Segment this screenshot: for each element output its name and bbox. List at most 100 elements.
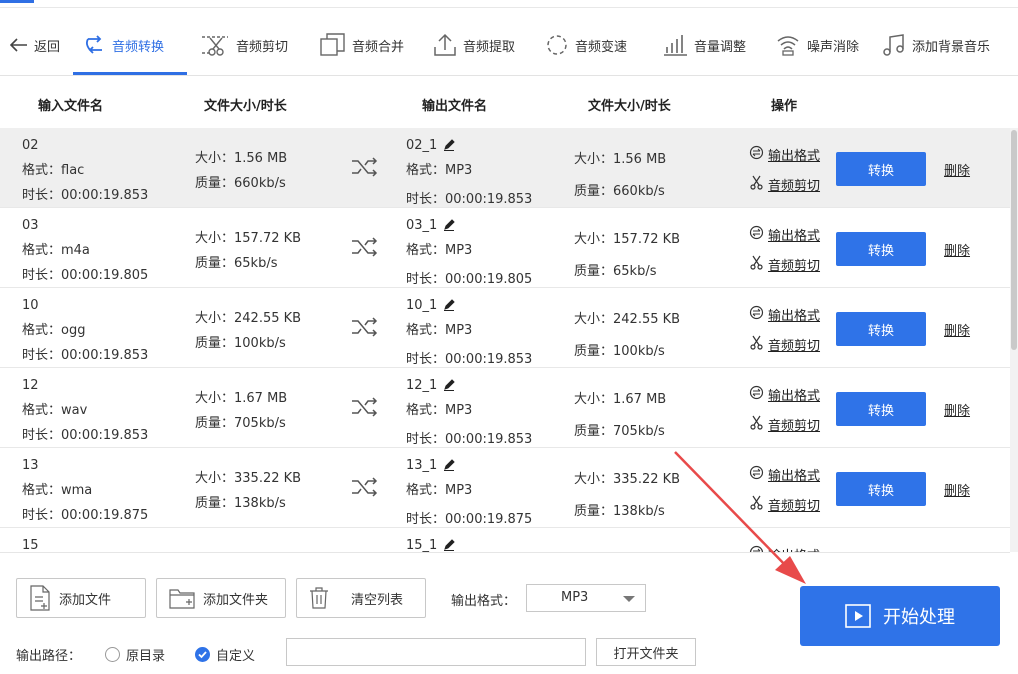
pencil-icon[interactable] (443, 535, 456, 552)
row-ops: 输出格式 音频剪切 (749, 302, 820, 362)
audio-cut-link-label: 音频剪切 (768, 259, 821, 274)
format-icon (749, 382, 764, 412)
input-format: 格式：flac (22, 163, 85, 178)
clear-list-button[interactable]: 清空列表 (296, 578, 426, 618)
scissors-icon (749, 252, 764, 282)
output-format-link[interactable]: 输出格式 (749, 542, 820, 552)
tab-volume-adjust[interactable]: 音量调整 (662, 14, 746, 76)
delete-link[interactable]: 删除 (944, 480, 970, 499)
tab-audio-extract[interactable]: 音频提取 (433, 14, 515, 76)
list-scrollbar[interactable] (1010, 128, 1018, 552)
add-folder-label: 添加文件夹 (203, 592, 269, 608)
pencil-icon[interactable] (443, 135, 456, 160)
output-size: 大小：242.55 KB (574, 312, 681, 327)
input-duration: 时长：00:00:19.805 (22, 268, 149, 283)
input-duration: 时长：00:00:19.853 (22, 188, 149, 203)
table-row[interactable]: 02 格式：flac 时长：00:00:19.853 大小：1.56 MB 质量：660… (0, 128, 1010, 208)
output-name: 15_1 (406, 538, 438, 552)
convert-button[interactable]: 转换 (836, 392, 926, 426)
pencil-icon[interactable] (443, 215, 456, 240)
output-format-link[interactable]: 输出格式 (749, 222, 820, 252)
delete-link[interactable]: 删除 (944, 320, 970, 339)
play-icon (845, 604, 871, 628)
add-file-icon (30, 585, 50, 611)
output-quality: 质量：65kb/s (574, 264, 657, 279)
output-path-input[interactable] (286, 638, 586, 666)
pencil-icon[interactable] (443, 295, 456, 320)
tab-audio-convert[interactable]: 音频转换 (84, 14, 164, 76)
input-size: 大小：335.22 KB (195, 471, 302, 486)
pencil-icon[interactable] (443, 375, 456, 400)
input-quality: 质量：705kb/s (195, 416, 286, 431)
add-folder-button[interactable]: 添加文件夹 (156, 578, 286, 618)
input-duration: 时长：00:00:19.875 (22, 508, 149, 523)
output-format-link[interactable]: 输出格式 (749, 142, 820, 172)
radio-custom-dir[interactable]: 自定义 (195, 645, 255, 664)
convert-button[interactable]: 转换 (836, 232, 926, 266)
scissors-icon (749, 412, 764, 442)
input-size: 大小：1.56 MB (195, 151, 288, 166)
output-format-link[interactable]: 输出格式 (749, 462, 820, 492)
output-format-link-label: 输出格式 (768, 149, 821, 164)
table-row[interactable]: 12 格式：wav 时长：00:00:19.853 大小：1.67 MB 质量：705k… (0, 368, 1010, 448)
table-row[interactable]: 13 格式：wma 时长：00:00:19.875 大小：335.22 KB 质量：13… (0, 448, 1010, 528)
output-format-link[interactable]: 输出格式 (749, 382, 820, 412)
delete-label: 删除 (944, 164, 971, 179)
input-quality: 质量：100kb/s (195, 336, 286, 351)
input-name: 03 (22, 218, 39, 233)
tab-audio-merge[interactable]: 音频合并 (320, 14, 404, 76)
format-icon (749, 142, 764, 172)
audio-cut-link[interactable]: 音频剪切 (749, 332, 820, 362)
output-format-link-label: 输出格式 (768, 229, 821, 244)
audio-cut-link[interactable]: 音频剪切 (749, 492, 820, 522)
tab-label: 添加背景音乐 (912, 39, 991, 55)
output-format: 格式：MP3 (406, 483, 473, 498)
clear-list-label: 清空列表 (351, 592, 404, 608)
add-file-button[interactable]: 添加文件 (16, 578, 146, 618)
scrollbar-thumb[interactable] (1011, 130, 1017, 350)
output-format: 格式：MP3 (406, 403, 473, 418)
output-format-select[interactable]: MP3 (526, 584, 646, 612)
audio-cut-link-label: 音频剪切 (768, 339, 821, 354)
output-quality: 质量：660kb/s (574, 184, 665, 199)
audio-cut-link[interactable]: 音频剪切 (749, 172, 820, 202)
table-row[interactable]: 03 格式：m4a 时长：00:00:19.805 大小：157.72 KB 质量：65… (0, 208, 1010, 288)
pencil-icon[interactable] (443, 455, 456, 480)
tab-label: 音量调整 (694, 39, 747, 55)
output-format: 格式：MP3 (406, 323, 473, 338)
delete-link[interactable]: 删除 (944, 160, 970, 179)
table-row[interactable]: 10 格式：ogg 时长：00:00:19.853 大小：242.55 KB 质量：10… (0, 288, 1010, 368)
delete-label: 删除 (944, 484, 971, 499)
delete-link[interactable]: 删除 (944, 400, 970, 419)
delete-link[interactable]: 删除 (944, 240, 970, 259)
input-quality: 质量：138kb/s (195, 496, 286, 511)
open-folder-button[interactable]: 打开文件夹 (596, 638, 696, 666)
convert-button[interactable]: 转换 (836, 152, 926, 186)
table-row[interactable]: 1515_1 输出格式 音频剪切 转换删除 (0, 528, 1010, 552)
col-size-duration-out: 文件大小/时长 (588, 99, 671, 114)
format-icon (749, 542, 764, 552)
convert-button[interactable]: 转换 (836, 312, 926, 346)
output-format: 格式：MP3 (406, 163, 473, 178)
radio-original-dir[interactable]: 原目录 (105, 645, 165, 664)
output-format-link[interactable]: 输出格式 (749, 302, 820, 332)
output-name: 12_1 (406, 378, 438, 393)
row-ops: 输出格式 音频剪切 (749, 222, 820, 282)
audio-cut-link[interactable]: 音频剪切 (749, 412, 820, 442)
radio-custom-label: 自定义 (216, 649, 256, 664)
convert-button[interactable]: 转换 (836, 472, 926, 506)
output-quality: 质量：705kb/s (574, 424, 665, 439)
start-label: 开始处理 (883, 607, 955, 628)
tab-audio-cut[interactable]: 音频剪切 (200, 14, 288, 76)
tab-add-bgm[interactable]: 添加背景音乐 (882, 14, 990, 76)
output-path-label: 输出路径： (16, 649, 82, 664)
start-processing-button[interactable]: 开始处理 (800, 586, 1000, 646)
row-ops: 输出格式 音频剪切 (749, 382, 820, 442)
back-button[interactable]: 返回 (10, 14, 60, 76)
shuffle-icon (351, 476, 379, 502)
audio-cut-link[interactable]: 音频剪切 (749, 252, 820, 282)
tab-noise-removal[interactable]: 噪声消除 (775, 14, 859, 76)
shuffle-icon (351, 156, 379, 182)
input-duration: 时长：00:00:19.853 (22, 348, 149, 363)
tab-audio-speed[interactable]: 音频变速 (545, 14, 627, 76)
